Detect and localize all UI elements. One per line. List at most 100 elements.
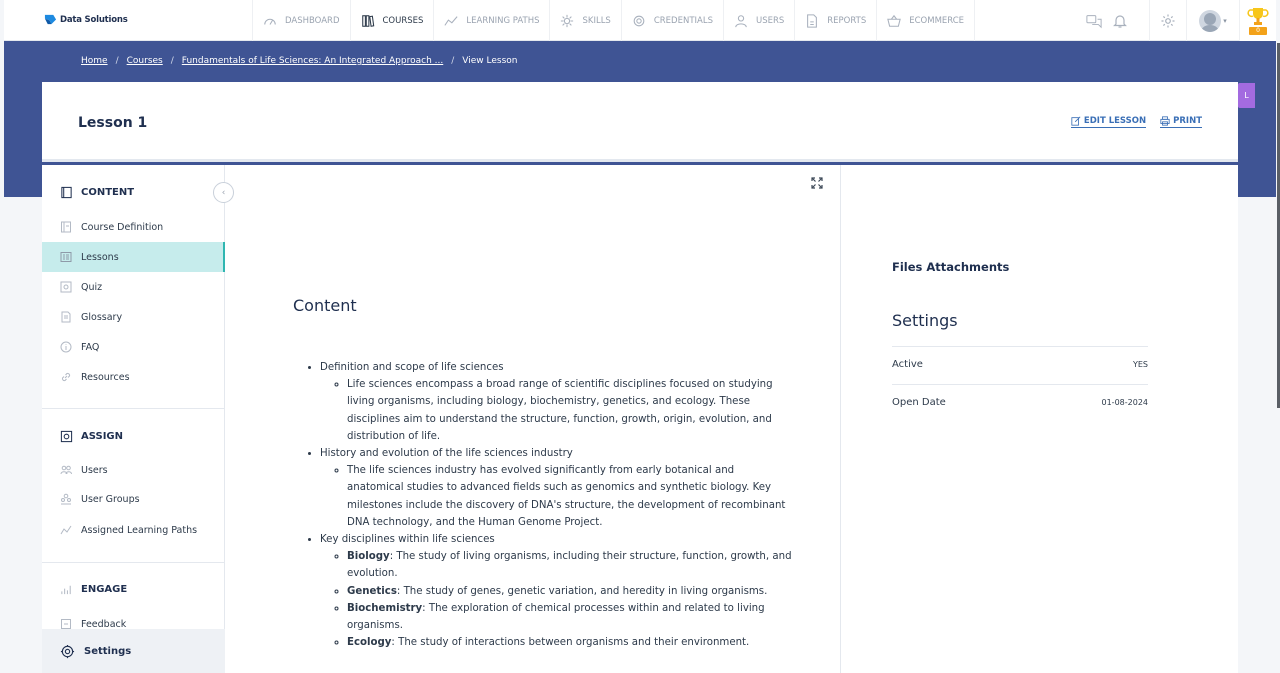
section-label: ASSIGN xyxy=(81,431,123,442)
gear-icon xyxy=(60,644,75,658)
nav-label: COURSES xyxy=(382,15,424,26)
divider xyxy=(42,562,225,563)
skills-icon xyxy=(561,14,574,27)
book-icon xyxy=(61,186,72,199)
nav-skills[interactable]: SKILLS xyxy=(549,0,620,41)
breadcrumb-separator: / xyxy=(115,56,119,66)
discipline-item: Genetics: The study of genes, genetic va… xyxy=(347,583,793,600)
settings-title: Settings xyxy=(892,311,958,330)
nav-learning-paths[interactable]: LEARNING PATHS xyxy=(433,0,549,41)
discipline-item: Biology: The study of living organisms, … xyxy=(347,548,793,582)
discipline-text: : The study of genes, genetic variation,… xyxy=(396,585,768,597)
trophy-button[interactable]: 0 xyxy=(1240,0,1276,41)
sidebar-item-faq[interactable]: FAQ xyxy=(42,332,225,362)
topic-heading: History and evolution of the life scienc… xyxy=(320,448,573,460)
lesson-body: CONTENT Course Definition Lessons Quiz G… xyxy=(42,165,1238,673)
sidebar-item-label: Resources xyxy=(81,371,130,383)
discipline-item: Ecology: The study of interactions betwe… xyxy=(347,634,793,651)
discipline-term: Genetics xyxy=(347,585,397,597)
user-menu[interactable]: ▾ xyxy=(1187,0,1239,41)
side-tab[interactable]: L xyxy=(1238,83,1255,108)
lesson-content: Definition and scope of life sciences Li… xyxy=(293,359,793,651)
nav-credentials[interactable]: CREDENTIALS xyxy=(620,0,723,41)
lesson-actions: EDIT LESSON PRINT xyxy=(1070,116,1202,128)
nav-label: LEARNING PATHS xyxy=(466,15,540,26)
sidebar-item-assigned-learning-paths[interactable]: Assigned Learning Paths xyxy=(42,515,225,545)
content-section-heading: CONTENT xyxy=(60,186,134,199)
sidebar-item-label: Assigned Learning Paths xyxy=(81,524,198,536)
lesson-header: Lesson 1 EDIT LESSON PRINT xyxy=(42,82,1238,162)
sidebar-item-quiz[interactable]: Quiz xyxy=(42,272,225,302)
edit-lesson-label: EDIT LESSON xyxy=(1083,116,1147,126)
gauge-icon xyxy=(264,18,276,25)
breadcrumb-course[interactable]: Fundamentals of Life Sciences: An Integr… xyxy=(182,56,443,66)
users-icon xyxy=(60,465,72,475)
main-nav: DASHBOARD COURSES LEARNING PATHS SKILLS … xyxy=(252,0,976,41)
topic-detail-list: Life sciences encompass a broad range of… xyxy=(320,376,793,445)
path-icon xyxy=(444,15,458,26)
glossary-icon xyxy=(61,311,71,323)
brand-logo[interactable]: Data Solutions xyxy=(44,13,128,26)
topic-heading: Definition and scope of life sciences xyxy=(320,362,504,373)
sidebar-item-users[interactable]: Users xyxy=(42,455,225,485)
edit-lesson-button[interactable]: EDIT LESSON xyxy=(1070,116,1147,128)
expand-icon[interactable] xyxy=(811,177,823,189)
breadcrumb-separator: / xyxy=(451,56,455,66)
discipline-item: Biochemistry: The exploration of chemica… xyxy=(347,600,793,634)
topic-detail: Life sciences encompass a broad range of… xyxy=(347,376,793,445)
print-label: PRINT xyxy=(1173,116,1202,126)
settings-button[interactable] xyxy=(1150,0,1186,41)
divider xyxy=(42,408,225,409)
collapse-sidebar-button[interactable]: ‹ xyxy=(213,182,234,203)
trophy-count: 0 xyxy=(1249,27,1267,35)
files-attachments-title: Files Attachments xyxy=(892,260,1010,274)
nav-users[interactable]: USERS xyxy=(722,0,794,41)
nav-ecommerce[interactable]: ECOMMERCE xyxy=(876,0,976,41)
logo-icon xyxy=(44,14,57,25)
notifications-button[interactable] xyxy=(1107,0,1133,41)
sidebar-item-course-definition[interactable]: Course Definition xyxy=(42,212,225,242)
groups-icon xyxy=(61,493,71,505)
section-label: ENGAGE xyxy=(81,584,128,595)
nav-courses[interactable]: COURSES xyxy=(349,0,434,41)
setting-row-open-date: Open Date 01-08-2024 xyxy=(892,384,1148,419)
breadcrumb-home[interactable]: Home xyxy=(81,56,108,66)
topic-heading: Key disciplines within life sciences xyxy=(320,534,495,546)
nav-label: ECOMMERCE xyxy=(909,15,965,26)
breadcrumb-courses[interactable]: Courses xyxy=(127,56,163,66)
sidebar-settings-button[interactable]: Settings xyxy=(42,629,225,673)
course-sidebar: CONTENT Course Definition Lessons Quiz G… xyxy=(42,165,225,673)
print-button[interactable]: PRINT xyxy=(1160,116,1202,128)
edit-icon xyxy=(1071,116,1081,126)
breadcrumb-separator: / xyxy=(170,56,174,66)
assign-icon xyxy=(60,430,73,443)
sidebar-item-label: Feedback xyxy=(81,618,127,630)
nav-reports[interactable]: REPORTS xyxy=(794,0,876,41)
nav-dashboard[interactable]: DASHBOARD xyxy=(252,0,350,41)
topic-detail-list: The life sciences industry has evolved s… xyxy=(320,462,793,531)
settings-label: Settings xyxy=(84,645,132,657)
breadcrumb-current: View Lesson xyxy=(462,56,518,66)
topic-item: Definition and scope of life sciences Li… xyxy=(320,359,793,445)
setting-row-active: Active YES xyxy=(892,346,1148,381)
link-icon xyxy=(61,372,71,382)
breadcrumb: Home / Courses / Fundamentals of Life Sc… xyxy=(81,56,517,66)
sidebar-item-label: User Groups xyxy=(81,493,140,505)
sidebar-item-lessons[interactable]: Lessons xyxy=(42,242,225,272)
nav-label: DASHBOARD xyxy=(285,15,340,26)
topic-list: Definition and scope of life sciences Li… xyxy=(293,359,793,651)
chat-icon xyxy=(1086,14,1102,28)
discipline-term: Biology xyxy=(347,551,390,563)
brand-name: Data Solutions xyxy=(60,14,128,25)
chevron-down-icon: ▾ xyxy=(1223,16,1227,25)
sidebar-item-label: Course Definition xyxy=(81,221,164,233)
sidebar-item-label: Users xyxy=(81,464,108,476)
sidebar-item-user-groups[interactable]: User Groups xyxy=(42,484,225,514)
document-icon xyxy=(61,221,71,233)
sidebar-item-resources[interactable]: Resources xyxy=(42,362,225,392)
sidebar-item-glossary[interactable]: Glossary xyxy=(42,302,225,332)
chat-button[interactable] xyxy=(1081,0,1107,41)
assign-section-heading: ASSIGN xyxy=(60,430,123,443)
details-panel: Files Attachments Settings Active YES Op… xyxy=(892,165,1198,673)
books-icon xyxy=(361,14,374,27)
